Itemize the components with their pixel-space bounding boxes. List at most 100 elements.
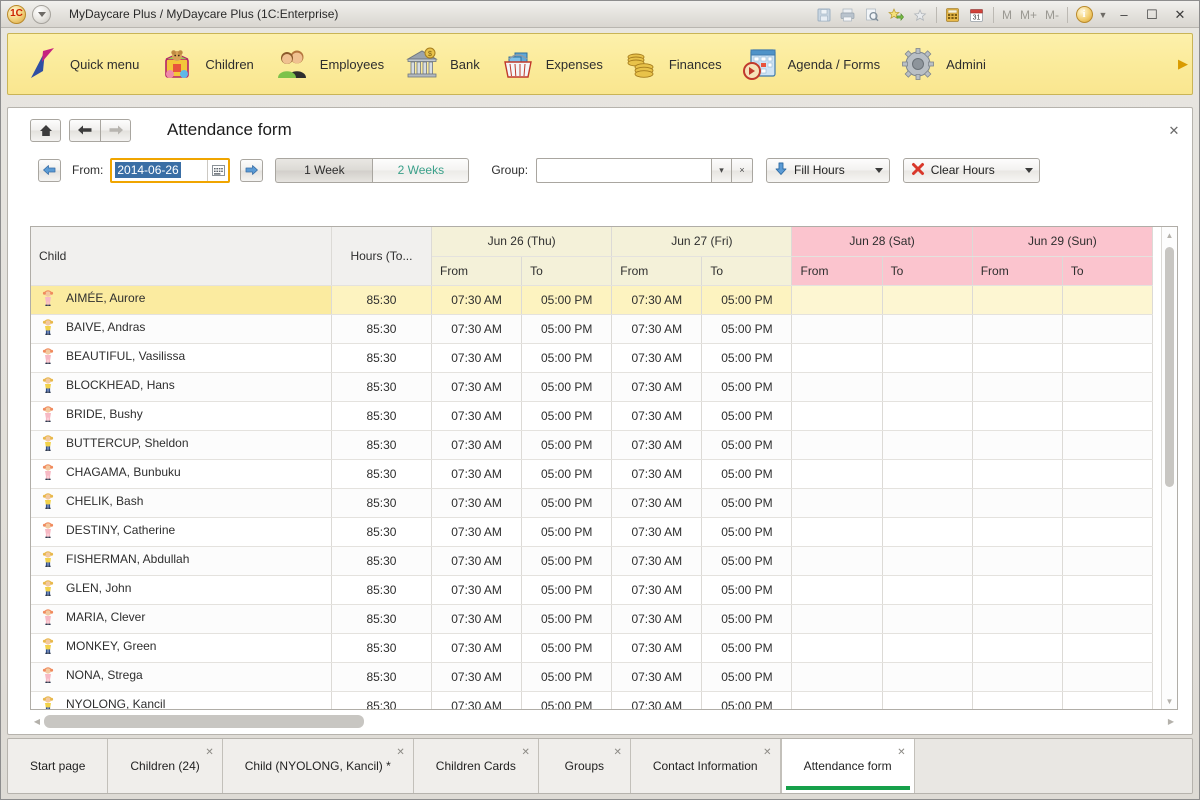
cell-jun-29-from[interactable] xyxy=(972,459,1063,489)
cell-jun-29-to[interactable] xyxy=(1062,488,1154,518)
cell-jun-27-to[interactable]: 05:00 PM xyxy=(701,604,793,634)
cell-jun-26-from[interactable]: 07:30 AM xyxy=(431,401,523,431)
tab-close-icon[interactable]: ✕ xyxy=(613,747,621,758)
cell-jun-29-to[interactable] xyxy=(1062,633,1154,663)
cell-jun-28-to[interactable] xyxy=(882,401,973,431)
cell-jun-27-from[interactable]: 07:30 AM xyxy=(611,575,703,605)
cell-jun-28-from[interactable] xyxy=(791,546,883,576)
date-field[interactable]: 2014-06-26 xyxy=(110,157,231,183)
day-header-jun-29[interactable]: Jun 29 (Sun) xyxy=(972,227,1154,257)
app-logo-icon[interactable]: 1C xyxy=(7,4,26,24)
cell-jun-28-to[interactable] xyxy=(882,691,973,709)
cell-jun-27-from[interactable]: 07:30 AM xyxy=(611,401,703,431)
cell-jun-27-to[interactable]: 05:00 PM xyxy=(701,633,793,663)
cell-jun-29-from[interactable] xyxy=(972,401,1063,431)
fill-hours-button[interactable]: Fill Hours xyxy=(766,157,890,183)
cell-jun-27-from[interactable]: 07:30 AM xyxy=(611,691,703,709)
cell-jun-26-to[interactable]: 05:00 PM xyxy=(521,604,613,634)
cell-jun-27-to[interactable]: 05:00 PM xyxy=(701,488,793,518)
tab-close-icon[interactable]: ✕ xyxy=(897,747,905,758)
cell-jun-29-to[interactable] xyxy=(1062,691,1154,709)
table-row[interactable]: FISHERMAN, Abdullah 85:30 07:30 AM 05:00 PM… xyxy=(31,546,1154,576)
cell-jun-27-from[interactable]: 07:30 AM xyxy=(611,372,703,402)
fill-hours-dropdown-icon[interactable] xyxy=(874,167,883,173)
cell-jun-28-from[interactable] xyxy=(791,575,883,605)
one-week-toggle[interactable]: 1 Week xyxy=(275,157,373,183)
table-row[interactable]: BRIDE, Bushy 85:30 07:30 AM 05:00 PM 07:30 A… xyxy=(31,401,1154,431)
cell-jun-27-from[interactable]: 07:30 AM xyxy=(611,633,703,663)
cell-child-name[interactable]: AIMÉE, Aurore xyxy=(31,285,332,315)
cell-jun-29-to[interactable] xyxy=(1062,343,1154,373)
scroll-left-arrow-icon[interactable]: ◀ xyxy=(30,717,44,726)
cell-jun-27-to[interactable]: 05:00 PM xyxy=(701,285,793,315)
cell-jun-26-to[interactable]: 05:00 PM xyxy=(521,314,613,344)
tab-start-page[interactable]: Start page xyxy=(8,739,109,793)
cell-jun-28-from[interactable] xyxy=(791,633,883,663)
cell-jun-29-from[interactable] xyxy=(972,662,1063,692)
calendar-picker-icon[interactable] xyxy=(207,159,228,181)
scroll-up-arrow-icon[interactable]: ▲ xyxy=(1162,227,1177,243)
cell-child-name[interactable]: BRIDE, Bushy xyxy=(31,401,332,431)
tab-children-cards[interactable]: Children Cards ✕ xyxy=(413,739,539,793)
subheader-jun-26-to[interactable]: To xyxy=(521,256,613,286)
cell-jun-29-from[interactable] xyxy=(972,633,1063,663)
date-input[interactable]: 2014-06-26 xyxy=(115,162,181,178)
next-period-button[interactable] xyxy=(240,158,264,182)
cell-jun-29-from[interactable] xyxy=(972,691,1063,709)
cell-jun-27-to[interactable]: 05:00 PM xyxy=(701,575,793,605)
info-icon[interactable]: i xyxy=(1073,4,1095,25)
cell-jun-27-from[interactable]: 07:30 AM xyxy=(611,546,703,576)
tab-groups[interactable]: Groups ✕ xyxy=(538,739,631,793)
cell-child-name[interactable]: BUTTERCUP, Sheldon xyxy=(31,430,332,460)
column-header-child[interactable]: Child xyxy=(31,227,332,286)
cell-jun-28-to[interactable] xyxy=(882,285,973,315)
home-button[interactable] xyxy=(30,118,61,142)
cell-jun-26-to[interactable]: 05:00 PM xyxy=(521,430,613,460)
cell-jun-26-from[interactable]: 07:30 AM xyxy=(431,459,523,489)
cell-jun-27-to[interactable]: 05:00 PM xyxy=(701,401,793,431)
cell-jun-26-from[interactable]: 07:30 AM xyxy=(431,633,523,663)
back-button[interactable] xyxy=(69,118,100,142)
cell-child-name[interactable]: BAIVE, Andras xyxy=(31,314,332,344)
cell-jun-29-from[interactable] xyxy=(972,604,1063,634)
cell-jun-28-to[interactable] xyxy=(882,372,973,402)
save-icon[interactable] xyxy=(813,4,835,25)
favorites-icon[interactable] xyxy=(909,4,931,25)
cell-jun-27-from[interactable]: 07:30 AM xyxy=(611,430,703,460)
cell-jun-27-from[interactable]: 07:30 AM xyxy=(611,488,703,518)
cell-jun-28-from[interactable] xyxy=(791,459,883,489)
cell-jun-29-to[interactable] xyxy=(1062,401,1154,431)
cell-jun-26-to[interactable]: 05:00 PM xyxy=(521,401,613,431)
cell-jun-27-to[interactable]: 05:00 PM xyxy=(701,459,793,489)
cell-jun-28-from[interactable] xyxy=(791,372,883,402)
cell-jun-26-to[interactable]: 05:00 PM xyxy=(521,343,613,373)
cell-jun-26-from[interactable]: 07:30 AM xyxy=(431,430,523,460)
cell-jun-27-from[interactable]: 07:30 AM xyxy=(611,343,703,373)
cell-jun-28-from[interactable] xyxy=(791,691,883,709)
cell-jun-26-from[interactable]: 07:30 AM xyxy=(431,372,523,402)
memory-subtract-button[interactable]: M- xyxy=(1042,8,1062,22)
cell-jun-28-to[interactable] xyxy=(882,604,973,634)
cell-jun-27-from[interactable]: 07:30 AM xyxy=(611,662,703,692)
table-row[interactable]: BLOCKHEAD, Hans 85:30 07:30 AM 05:00 PM 07:3… xyxy=(31,372,1154,402)
nav-item-finances[interactable]: Finances xyxy=(621,34,740,94)
nav-item-administration[interactable]: Admini xyxy=(898,34,1004,94)
cell-jun-28-to[interactable] xyxy=(882,430,973,460)
cell-child-name[interactable]: NYOLONG, Kancil xyxy=(31,691,332,709)
cell-hours-total[interactable]: 85:30 xyxy=(331,372,433,402)
cell-jun-27-to[interactable]: 05:00 PM xyxy=(701,517,793,547)
cell-jun-29-to[interactable] xyxy=(1062,459,1154,489)
cell-jun-27-to[interactable]: 05:00 PM xyxy=(701,662,793,692)
cell-jun-28-to[interactable] xyxy=(882,575,973,605)
cell-jun-26-from[interactable]: 07:30 AM xyxy=(431,488,523,518)
cell-child-name[interactable]: DESTINY, Catherine xyxy=(31,517,332,547)
cell-child-name[interactable]: BLOCKHEAD, Hans xyxy=(31,372,332,402)
cell-jun-26-to[interactable]: 05:00 PM xyxy=(521,517,613,547)
cell-jun-27-to[interactable]: 05:00 PM xyxy=(701,343,793,373)
cell-child-name[interactable]: FISHERMAN, Abdullah xyxy=(31,546,332,576)
cell-jun-26-to[interactable]: 05:00 PM xyxy=(521,691,613,709)
cell-jun-27-from[interactable]: 07:30 AM xyxy=(611,604,703,634)
horizontal-scroll-track[interactable] xyxy=(44,715,1164,728)
cell-jun-28-from[interactable] xyxy=(791,517,883,547)
cell-jun-28-to[interactable] xyxy=(882,459,973,489)
